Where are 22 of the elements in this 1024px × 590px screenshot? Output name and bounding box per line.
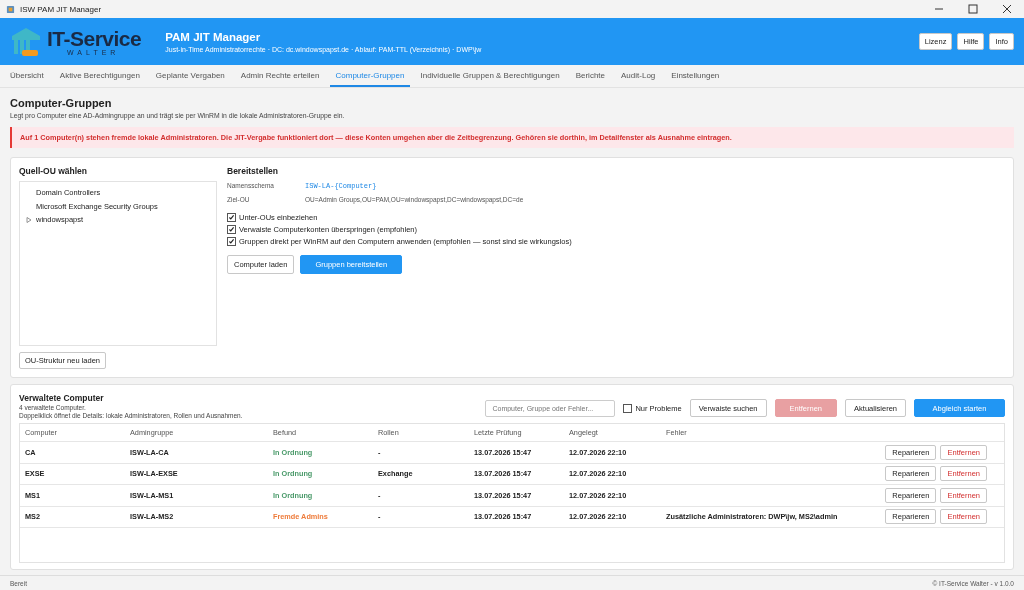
expander-icon[interactable] — [26, 216, 32, 223]
checkbox[interactable] — [227, 213, 236, 222]
section-title: Bereitstellen — [227, 166, 279, 176]
tab[interactable]: Computer-Gruppen — [329, 65, 411, 87]
logo-name: IT-Service — [47, 27, 142, 49]
tab[interactable]: Audit-Log — [615, 65, 662, 87]
tab[interactable]: Einstellungen — [665, 65, 726, 87]
checkbox[interactable] — [227, 225, 236, 234]
section-title: Quell-OU wählen — [19, 166, 88, 176]
checkbox[interactable] — [623, 403, 633, 413]
tab[interactable]: Individuelle Gruppen & Berechtigungen — [414, 65, 566, 87]
app-icon — [6, 4, 15, 14]
checkbox[interactable] — [227, 237, 236, 246]
tab[interactable]: Geplante Vergaben — [149, 65, 231, 87]
section-title: Verwaltete Computer — [19, 393, 105, 403]
tab[interactable]: Übersicht — [4, 65, 50, 87]
app-title: PAM JIT Manager — [165, 30, 262, 43]
tab[interactable]: Admin Rechte erteilen — [234, 65, 326, 87]
page-title: Computer-Gruppen — [10, 97, 113, 109]
tab[interactable]: Aktive Berechtigungen — [53, 65, 146, 87]
window-title: ISW PAM JIT Manager — [20, 4, 102, 14]
tab[interactable]: Berichte — [569, 65, 612, 87]
